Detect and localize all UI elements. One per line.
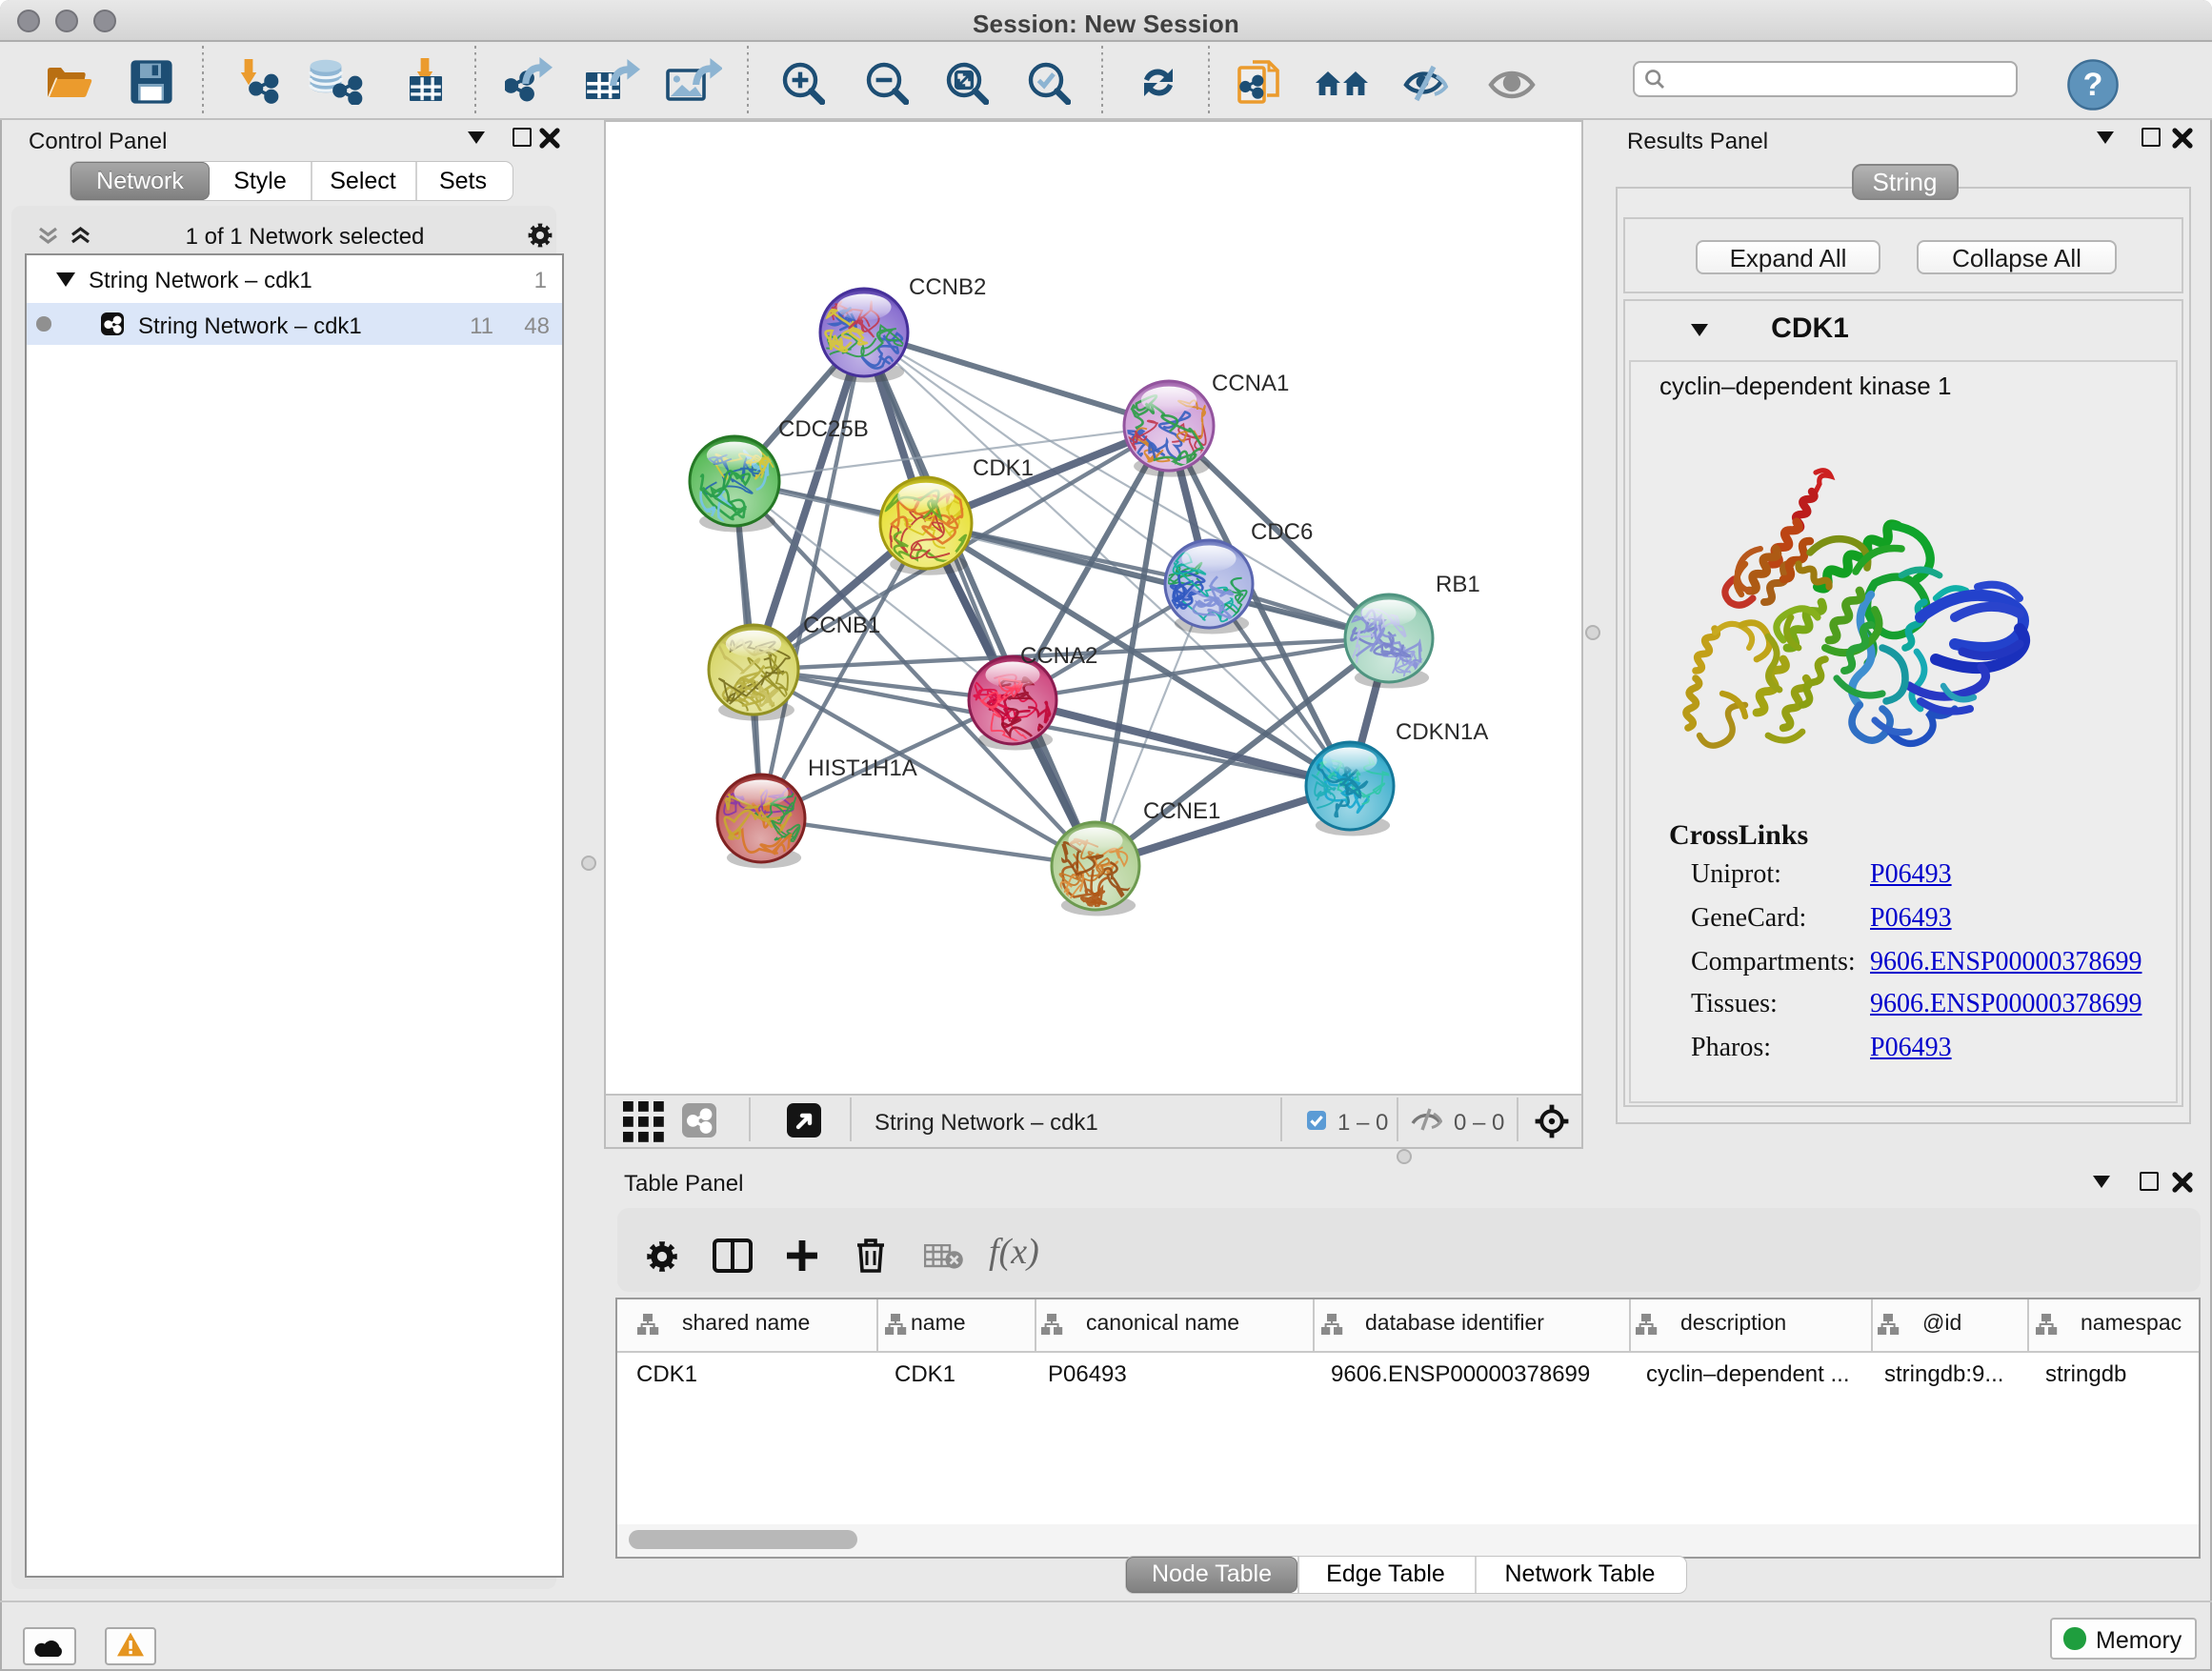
svg-text:CCNB2: CCNB2 <box>908 273 985 299</box>
svg-text:RB1: RB1 <box>1435 571 1479 596</box>
svg-text:CCNA1: CCNA1 <box>1211 370 1288 395</box>
svg-text:CCNA2: CCNA2 <box>1019 642 1096 668</box>
svg-text:?: ? <box>2083 67 2103 103</box>
svg-text:CCNE1: CCNE1 <box>1142 797 1219 823</box>
svg-text:CCNB1: CCNB1 <box>802 612 879 637</box>
svg-text:CDK1: CDK1 <box>972 454 1033 480</box>
svg-text:CDKN1A: CDKN1A <box>1395 718 1487 744</box>
svg-text:CDC25B: CDC25B <box>777 415 868 441</box>
svg-text:CDC6: CDC6 <box>1250 518 1312 544</box>
svg-text:HIST1H1A: HIST1H1A <box>807 755 916 780</box>
